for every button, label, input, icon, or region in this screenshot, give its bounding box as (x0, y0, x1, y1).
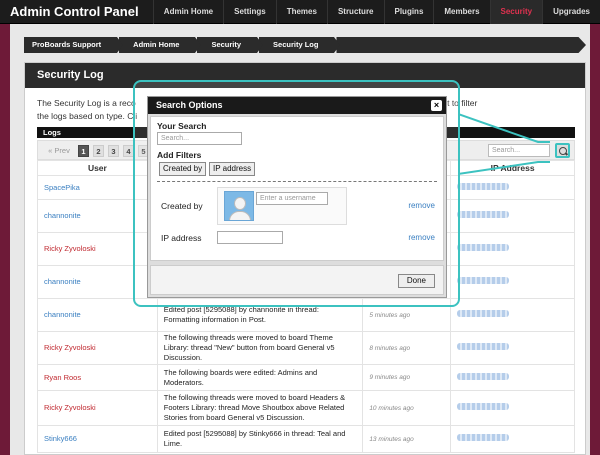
user-link[interactable]: Ricky Zyvoloski (44, 403, 96, 412)
time-ago: 8 minutes ago (369, 344, 411, 352)
action-text: The following boards were edited: Admins… (163, 367, 318, 387)
done-button[interactable]: Done (397, 274, 435, 288)
user-link[interactable]: channonite (44, 277, 81, 286)
add-filters-label: Add Filters (157, 150, 202, 160)
your-search-label: Your Search (157, 121, 207, 131)
breadcrumb-item[interactable]: Security Log (259, 37, 341, 53)
time-ago: 5 minutes ago (369, 311, 411, 319)
action-text: The following threads were moved to boar… (163, 393, 346, 422)
prev-button[interactable]: « Prev (44, 145, 74, 157)
breadcrumb-item[interactable]: Security (197, 37, 263, 53)
time-ago: 9 minutes ago (369, 374, 411, 381)
user-card: Enter a username (217, 187, 347, 225)
ip-address-redacted (457, 211, 510, 218)
nav-themes[interactable]: Themes (275, 0, 327, 24)
action-text: Edited post [5295088] by Stinky666 in th… (163, 429, 346, 448)
ip-address-redacted (457, 310, 510, 317)
page-button[interactable]: 3 (108, 145, 119, 157)
username-input[interactable]: Enter a username (256, 192, 328, 205)
user-link[interactable]: channonite (44, 211, 81, 220)
ip-address-redacted (457, 343, 510, 350)
nav-members[interactable]: Members (433, 0, 489, 24)
action-text: The following threads were moved to boar… (163, 333, 335, 362)
avatar-icon (224, 191, 254, 221)
page-button[interactable]: 1 (78, 145, 89, 157)
user-link[interactable]: Ricky Zyvoloski (44, 244, 96, 253)
ip-address-redacted (457, 434, 510, 441)
ip-address-redacted (457, 372, 510, 380)
top-bar: Admin Control Panel Admin Home Settings … (0, 0, 600, 24)
ip-address-redacted (457, 244, 510, 251)
time-ago: 13 minutes ago (369, 435, 414, 443)
breadcrumb-tail (336, 37, 586, 53)
user-link[interactable]: channonite (44, 310, 81, 319)
ip-address-redacted (457, 403, 510, 410)
ip-address-redacted (457, 277, 510, 284)
nav-structure[interactable]: Structure (326, 0, 384, 24)
remove-ip-link[interactable]: remove (408, 233, 435, 242)
table-row: Ryan Roos The following boards were edite… (37, 364, 575, 391)
breadcrumb: ProBoards Support Admin Home Security Se… (24, 37, 586, 53)
ip-address-filter-button[interactable]: IP address (209, 162, 256, 176)
table-row: Stinky666 Edited post [5295088] by Stinky… (37, 425, 575, 453)
breadcrumb-item[interactable]: ProBoards Support (24, 37, 124, 53)
nav-security[interactable]: Security (489, 0, 543, 24)
nav-admin-home[interactable]: Admin Home (152, 0, 223, 24)
dialog-title: Search Options (148, 97, 446, 114)
remove-created-by-link[interactable]: remove (408, 201, 435, 210)
dialog-footer: Done (150, 265, 444, 295)
search-options-dialog: Search Options × Your Search Search... A… (147, 96, 447, 298)
time-ago: 10 minutes ago (369, 404, 414, 412)
table-row: Ricky Zyvoloski The following threads wer… (37, 331, 575, 365)
page-button[interactable]: 2 (93, 145, 104, 157)
app-title: Admin Control Panel (10, 4, 139, 19)
user-link[interactable]: Stinky666 (44, 434, 77, 443)
dialog-body: Your Search Search... Add Filters Create… (150, 116, 444, 261)
user-link[interactable]: Ryan Roos (44, 373, 81, 382)
divider (157, 181, 437, 182)
intro-left: The Security Log is a reco (37, 98, 136, 108)
action-text: Edited post [5295088] by channonite in t… (163, 305, 319, 324)
nav-upgrades[interactable]: Upgrades (542, 0, 600, 24)
ip-address-input[interactable] (217, 231, 283, 244)
ip-address-label: IP address (161, 233, 202, 243)
nav-plugins[interactable]: Plugins (383, 0, 434, 24)
main-nav: Admin Home Settings Themes Structure Plu… (152, 0, 600, 24)
close-icon[interactable]: × (431, 100, 442, 111)
breadcrumb-item[interactable]: Admin Home (119, 37, 202, 53)
table-row: Ricky Zyvoloski The following threads wer… (37, 390, 575, 426)
nav-settings[interactable]: Settings (223, 0, 276, 24)
callout-connector (458, 113, 550, 175)
user-link[interactable]: SpacePika (44, 183, 80, 192)
search-input[interactable]: Search... (157, 132, 242, 145)
created-by-label: Created by (161, 201, 203, 211)
user-link[interactable]: Ricky Zyvoloski (44, 343, 96, 352)
intro-line2: the logs based on type. Cli (37, 111, 138, 121)
created-by-filter-button[interactable]: Created by (159, 162, 207, 176)
